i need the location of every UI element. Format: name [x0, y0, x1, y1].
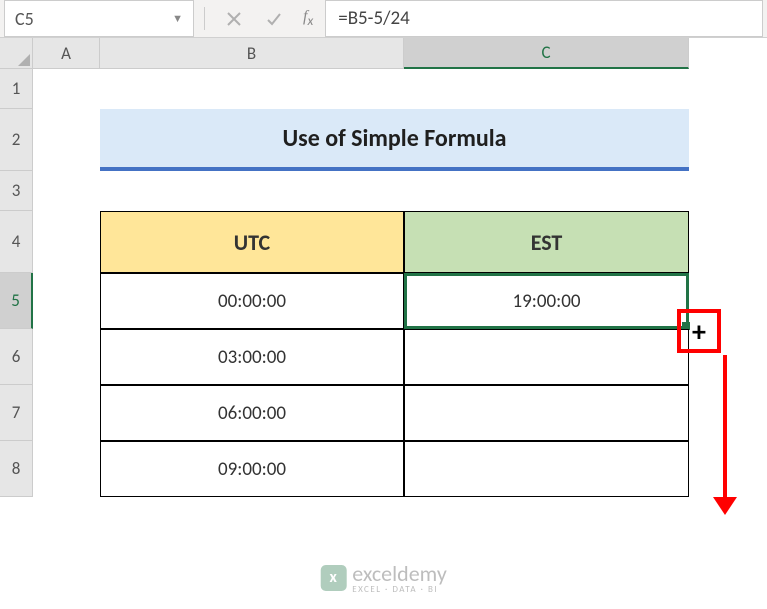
cell-c8[interactable]	[404, 441, 689, 497]
row-header-5[interactable]: 5	[0, 273, 33, 329]
name-box-value: C5	[15, 8, 34, 30]
cell-c6[interactable]	[404, 329, 689, 385]
formula-bar: C5 ▼ fx =B5-5/24	[0, 0, 767, 38]
cell-c5-text: 19:00:00	[513, 290, 581, 313]
formula-value: =B5-5/24	[338, 7, 409, 30]
row-header-6[interactable]: 6	[0, 329, 33, 385]
fill-cursor-icon: +	[692, 314, 706, 349]
watermark-text: exceldemy EXCEL · DATA · BI	[352, 560, 447, 595]
row-header-3[interactable]: 3	[0, 171, 33, 211]
watermark-brand: exceldemy	[352, 560, 447, 587]
cell-b5[interactable]: 00:00:00	[100, 273, 404, 329]
fx-icon[interactable]: fx	[303, 8, 313, 29]
col-header-a[interactable]: A	[33, 38, 100, 69]
name-box-dropdown-icon[interactable]: ▼	[172, 12, 183, 25]
enter-icon[interactable]	[263, 8, 285, 30]
drag-arrow-head-icon	[713, 497, 737, 515]
drag-arrow-line	[723, 355, 727, 497]
header-est-text: EST	[531, 229, 563, 256]
watermark-tagline: EXCEL · DATA · BI	[352, 584, 447, 595]
cell-c5[interactable]: 19:00:00	[404, 273, 689, 329]
row-header-7[interactable]: 7	[0, 385, 33, 441]
title-cell[interactable]: Use of Simple Formula	[100, 109, 689, 171]
cancel-icon[interactable]	[223, 8, 245, 30]
cell-b8[interactable]: 09:00:00	[100, 441, 404, 497]
cell-b7[interactable]: 06:00:00	[100, 385, 404, 441]
row-headers: 1 2 3 4 5 6 7 8	[0, 69, 33, 497]
header-est[interactable]: EST	[404, 211, 689, 273]
watermark-icon: x	[320, 565, 346, 591]
cell-b7-text: 06:00:00	[218, 402, 286, 425]
cell-b6[interactable]: 03:00:00	[100, 329, 404, 385]
spreadsheet-grid: A B C 1 2 3 4 5 6 7 8 Use of Simple Form…	[0, 38, 767, 609]
col-header-b[interactable]: B	[100, 38, 404, 69]
divider	[204, 7, 205, 29]
formula-input[interactable]: =B5-5/24	[325, 0, 763, 37]
cell-b5-text: 00:00:00	[218, 290, 286, 313]
watermark: x exceldemy EXCEL · DATA · BI	[320, 560, 447, 595]
row-header-4[interactable]: 4	[0, 211, 33, 273]
title-text: Use of Simple Formula	[282, 124, 506, 153]
row-header-1[interactable]: 1	[0, 69, 33, 109]
row-header-2[interactable]: 2	[0, 109, 33, 171]
col-header-c[interactable]: C	[404, 38, 689, 69]
cell-c7[interactable]	[404, 385, 689, 441]
row-header-8[interactable]: 8	[0, 441, 33, 497]
cell-b8-text: 09:00:00	[218, 458, 286, 481]
column-headers: A B C	[33, 38, 689, 69]
drag-arrow	[723, 355, 737, 515]
header-utc[interactable]: UTC	[100, 211, 404, 273]
header-utc-text: UTC	[234, 229, 270, 256]
name-box[interactable]: C5 ▼	[4, 0, 194, 37]
cell-b6-text: 03:00:00	[218, 346, 286, 369]
formula-bar-icons: fx	[211, 8, 325, 30]
select-all-corner[interactable]	[0, 38, 33, 69]
